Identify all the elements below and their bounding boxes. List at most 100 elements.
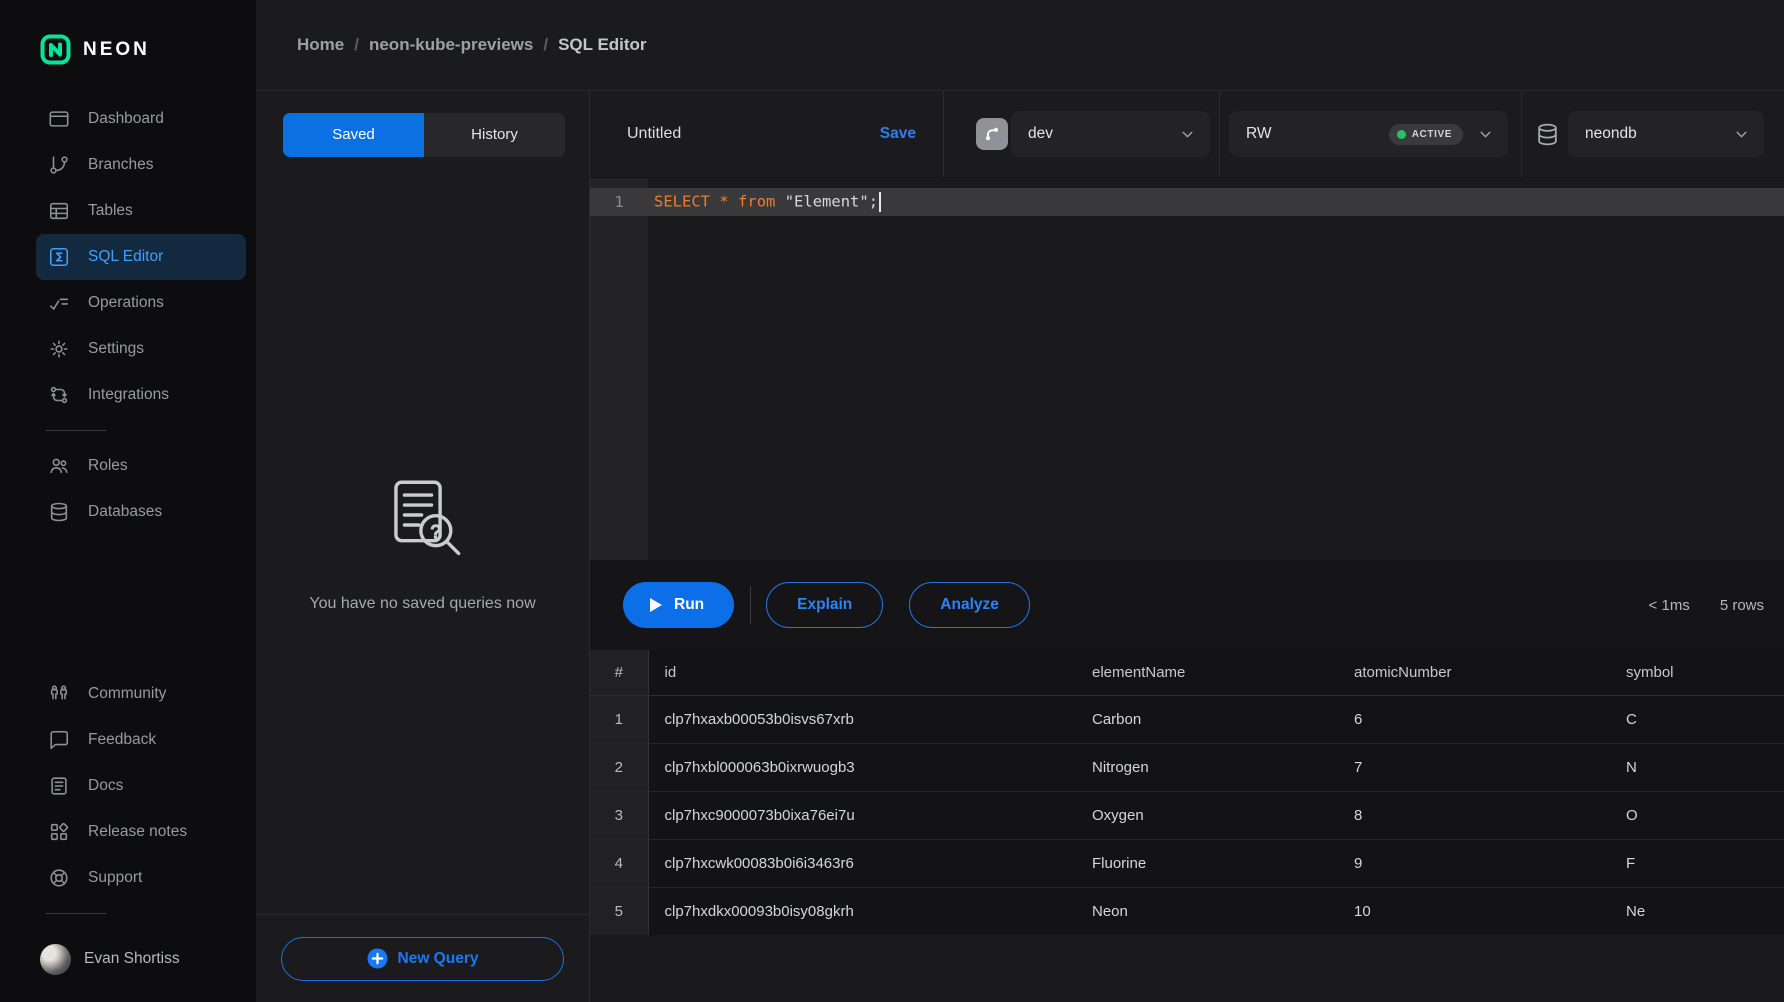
sidebar-item-label: Support <box>88 869 142 887</box>
chevron-down-icon <box>1179 126 1196 143</box>
queries-panel-toolbar: SavedHistory <box>256 91 589 178</box>
feedback-icon <box>48 729 70 751</box>
main-area: Home/neon-kube-previews/SQL Editor Saved… <box>256 0 1784 1002</box>
sidebar-item-feedback[interactable]: Feedback <box>36 717 246 763</box>
row-count: 5 rows <box>1720 597 1764 614</box>
sidebar-item-databases[interactable]: Databases <box>36 489 246 535</box>
sidebar-item-community[interactable]: Community <box>36 671 246 717</box>
sidebar-nav: Dashboard Branches Tables SQL Editor Operati… <box>0 72 256 901</box>
active-dot-icon <box>1397 130 1406 139</box>
sidebar-item-branches[interactable]: Branches <box>36 142 246 188</box>
table-cell: F <box>1610 839 1784 887</box>
support-icon <box>48 867 70 889</box>
table-cell: 6 <box>1338 695 1610 743</box>
integrations-icon <box>48 384 70 406</box>
sidebar-item-support[interactable]: Support <box>36 855 246 901</box>
row-number: 1 <box>590 695 648 743</box>
table-cell: Carbon <box>1076 695 1338 743</box>
table-filler <box>590 935 1784 1002</box>
sidebar-divider <box>46 913 106 914</box>
breadcrumb-item-neon-kube-previews[interactable]: neon-kube-previews <box>369 35 533 55</box>
table-cell: 10 <box>1338 887 1610 935</box>
table-cell: N <box>1610 743 1784 791</box>
community-icon <box>48 683 70 705</box>
table-cell: clp7hxcwk00083b0i6i3463r6 <box>648 839 1076 887</box>
editor-gutter <box>590 178 648 560</box>
tab-saved[interactable]: Saved <box>283 113 424 157</box>
run-button[interactable]: Run <box>623 582 734 628</box>
sidebar-item-sql-editor[interactable]: SQL Editor <box>36 234 246 280</box>
app: NEON Dashboard Branches Tables SQL Editor Op… <box>0 0 1784 1002</box>
branch-select[interactable]: dev <box>1011 111 1210 157</box>
sidebar-item-label: Tables <box>88 202 133 220</box>
brand-wordmark: NEON <box>83 39 150 61</box>
sidebar-item-docs[interactable]: Docs <box>36 763 246 809</box>
saved-queries-panel: SavedHistory ? <box>256 91 590 1002</box>
status-badge: ACTIVE <box>1389 124 1463 145</box>
release-notes-icon <box>48 821 70 843</box>
table-cell: 8 <box>1338 791 1610 839</box>
neon-logo[interactable]: NEON <box>0 0 256 72</box>
sql-editor-area: Untitled Save dev <box>590 91 1784 1002</box>
table-cell: clp7hxdkx00093b0isy08gkrh <box>648 887 1076 935</box>
breadcrumb-separator: / <box>354 35 359 55</box>
table-cell: clp7hxbl000063b0ixrwuogb3 <box>648 743 1076 791</box>
database-select[interactable]: neondb <box>1568 111 1764 157</box>
sidebar-divider <box>46 430 106 431</box>
breadcrumb-item-sql-editor[interactable]: SQL Editor <box>558 35 646 55</box>
user-name: Evan Shortiss <box>84 950 180 968</box>
results-toolbar: Run Explain Analyze < 1ms 5 rows <box>590 560 1784 650</box>
toolbar-divider <box>750 586 751 624</box>
sidebar-item-operations[interactable]: Operations <box>36 280 246 326</box>
sidebar: NEON Dashboard Branches Tables SQL Editor Op… <box>0 0 256 1002</box>
breadcrumb-item-home[interactable]: Home <box>297 35 344 55</box>
queries-panel-footer: New Query <box>256 914 589 1002</box>
query-duration: < 1ms <box>1649 597 1690 614</box>
sidebar-item-tables[interactable]: Tables <box>36 188 246 234</box>
sidebar-item-label: Feedback <box>88 731 156 749</box>
queries-empty-state: ? You have no saved queries now <box>256 178 589 914</box>
row-number: 3 <box>590 791 648 839</box>
breadcrumb-separator: / <box>543 35 548 55</box>
result-meta: < 1ms 5 rows <box>1649 597 1764 614</box>
branch-chip-button[interactable] <box>976 118 1008 150</box>
table-cell: 7 <box>1338 743 1610 791</box>
sidebar-item-integrations[interactable]: Integrations <box>36 372 246 418</box>
column-header-atomicnumber: atomicNumber <box>1338 650 1610 695</box>
plus-icon <box>367 948 388 969</box>
sidebar-item-dashboard[interactable]: Dashboard <box>36 96 246 142</box>
sidebar-item-settings[interactable]: Settings <box>36 326 246 372</box>
tab-history[interactable]: History <box>424 113 565 157</box>
database-icon <box>1535 122 1560 147</box>
column-header-num: # <box>590 650 648 695</box>
code-editor[interactable]: 1SELECT * from "Element"; <box>590 178 1784 560</box>
sidebar-item-label: Docs <box>88 777 123 795</box>
settings-icon <box>48 338 70 360</box>
save-button[interactable]: Save <box>880 125 916 143</box>
new-query-button[interactable]: New Query <box>281 937 564 981</box>
sidebar-item-label: Databases <box>88 503 162 521</box>
sidebar-item-release-notes[interactable]: Release notes <box>36 809 246 855</box>
editor-toolbar: Untitled Save dev <box>590 91 1784 178</box>
analyze-button[interactable]: Analyze <box>909 582 1030 628</box>
branch-select-value: dev <box>1028 125 1053 143</box>
compute-select-value: RW <box>1246 125 1272 143</box>
sidebar-item-roles[interactable]: Roles <box>36 443 246 489</box>
docs-icon <box>48 775 70 797</box>
compute-select[interactable]: RW ACTIVE <box>1229 111 1508 157</box>
code-line: 1SELECT * from "Element"; <box>590 188 1784 216</box>
user-menu[interactable]: Evan Shortiss <box>0 926 256 1002</box>
table-cell: Neon <box>1076 887 1338 935</box>
table-row: 4clp7hxcwk00083b0i6i3463r6Fluorine9F <box>590 839 1784 887</box>
toolbar-divider <box>1521 91 1522 177</box>
table-row: 3clp7hxc9000073b0ixa76ei7uOxygen8O <box>590 791 1784 839</box>
explain-button[interactable]: Explain <box>766 582 883 628</box>
sidebar-item-label: SQL Editor <box>88 248 163 266</box>
new-query-label: New Query <box>398 950 479 968</box>
code-text: SELECT * from "Element"; <box>648 192 881 212</box>
play-icon <box>648 597 663 613</box>
sidebar-item-label: Dashboard <box>88 110 164 128</box>
query-title: Untitled <box>627 125 681 143</box>
queries-tab-switcher: SavedHistory <box>283 113 565 157</box>
table-header-row: #idelementNameatomicNumbersymbol <box>590 650 1784 695</box>
